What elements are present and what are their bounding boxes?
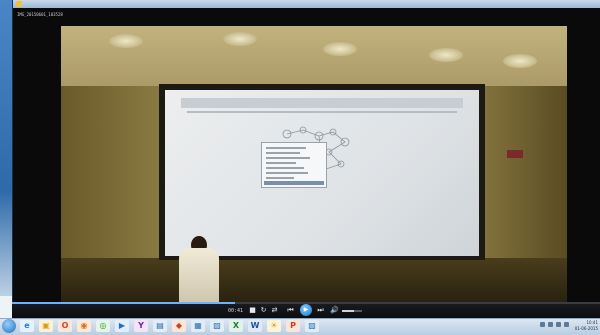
tray-icon[interactable] <box>548 322 553 327</box>
network-icon[interactable]: ▧ <box>210 320 224 332</box>
gallery-icon[interactable]: ▨ <box>305 320 319 332</box>
video-frame[interactable] <box>61 26 567 302</box>
firefox-icon[interactable]: ◉ <box>77 320 91 332</box>
dropdown-line <box>266 177 294 179</box>
tray-icon[interactable] <box>564 322 569 327</box>
app-icon <box>16 1 22 7</box>
ie-icon[interactable]: e <box>20 320 34 332</box>
seek-progress <box>12 302 236 304</box>
ceiling-light <box>503 54 537 68</box>
folder-icon[interactable]: ▣ <box>39 320 53 332</box>
dropdown-line <box>266 147 306 149</box>
clock-date: 01-06-2015 <box>574 326 598 331</box>
stop-icon[interactable]: ■ <box>248 306 257 315</box>
system-tray <box>540 322 570 330</box>
wall-fixture <box>507 150 523 158</box>
volume-level <box>342 310 354 312</box>
media-player-icon[interactable]: ▶ <box>115 320 129 332</box>
presenter <box>179 248 219 302</box>
ceiling-light <box>323 42 357 56</box>
volume-icon[interactable]: 🔊 <box>330 306 339 315</box>
ceiling-light <box>109 34 143 48</box>
projected-browser-toolbar <box>181 98 463 108</box>
tray-icon[interactable] <box>556 322 561 327</box>
ceiling-light <box>223 32 257 46</box>
powerpoint-icon[interactable]: P <box>286 320 300 332</box>
repeat-icon[interactable]: ↻ <box>259 306 268 315</box>
media-player-window: IMG_20150601_103528 <box>12 0 600 318</box>
office-icon[interactable]: O <box>58 320 72 332</box>
excel-icon[interactable]: X <box>229 320 243 332</box>
yahoo-icon[interactable]: Y <box>134 320 148 332</box>
dropdown-line <box>266 162 296 164</box>
dropdown-line <box>266 172 308 174</box>
clock[interactable]: 10:41 01-06-2015 <box>574 320 598 332</box>
dropdown-line <box>266 167 304 169</box>
matlab-icon[interactable]: ◆ <box>172 320 186 332</box>
volume-slider[interactable] <box>342 310 362 312</box>
next-icon[interactable]: ⏭ <box>316 306 325 315</box>
shuffle-icon[interactable]: ⇄ <box>270 306 279 315</box>
projected-dropdown <box>261 142 327 188</box>
previous-icon[interactable]: ⏮ <box>286 306 295 315</box>
dropdown-selected-row <box>264 181 324 185</box>
calendar-icon[interactable]: ▤ <box>153 320 167 332</box>
projection-screen <box>165 90 479 256</box>
tray-icon[interactable] <box>540 322 545 327</box>
dropdown-line <box>266 157 310 159</box>
file-name: IMG_20150601_103528 <box>17 12 63 17</box>
chrome-icon[interactable]: ◎ <box>96 320 110 332</box>
ceiling-light <box>429 48 463 62</box>
photos-icon[interactable]: ▦ <box>191 320 205 332</box>
floor <box>61 258 567 302</box>
projected-address-line <box>187 111 457 113</box>
start-button[interactable] <box>2 319 16 333</box>
elapsed-time: 00:41 <box>228 308 244 314</box>
weather-icon[interactable]: ☀ <box>267 320 281 332</box>
dropdown-line <box>266 152 300 154</box>
word-icon[interactable]: W <box>248 320 262 332</box>
play-icon[interactable]: ▶ <box>300 304 312 316</box>
window-titlebar[interactable] <box>13 0 600 8</box>
